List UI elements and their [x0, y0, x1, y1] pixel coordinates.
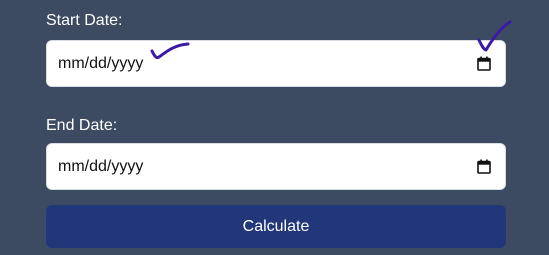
date-range-form: Start Date: mm/dd/yyyy End Date: mm/dd/y…	[0, 0, 549, 255]
end-date-label: End Date:	[46, 117, 118, 134]
start-date-input[interactable]: mm/dd/yyyy	[46, 40, 506, 87]
calculate-button[interactable]: Calculate	[46, 205, 506, 248]
calendar-icon[interactable]	[477, 159, 491, 174]
end-date-value: mm/dd/yyyy	[58, 157, 144, 175]
end-date-input[interactable]: mm/dd/yyyy	[46, 143, 506, 190]
calendar-icon[interactable]	[477, 56, 491, 71]
start-date-label: Start Date:	[46, 12, 123, 29]
start-date-value: mm/dd/yyyy	[58, 54, 144, 72]
